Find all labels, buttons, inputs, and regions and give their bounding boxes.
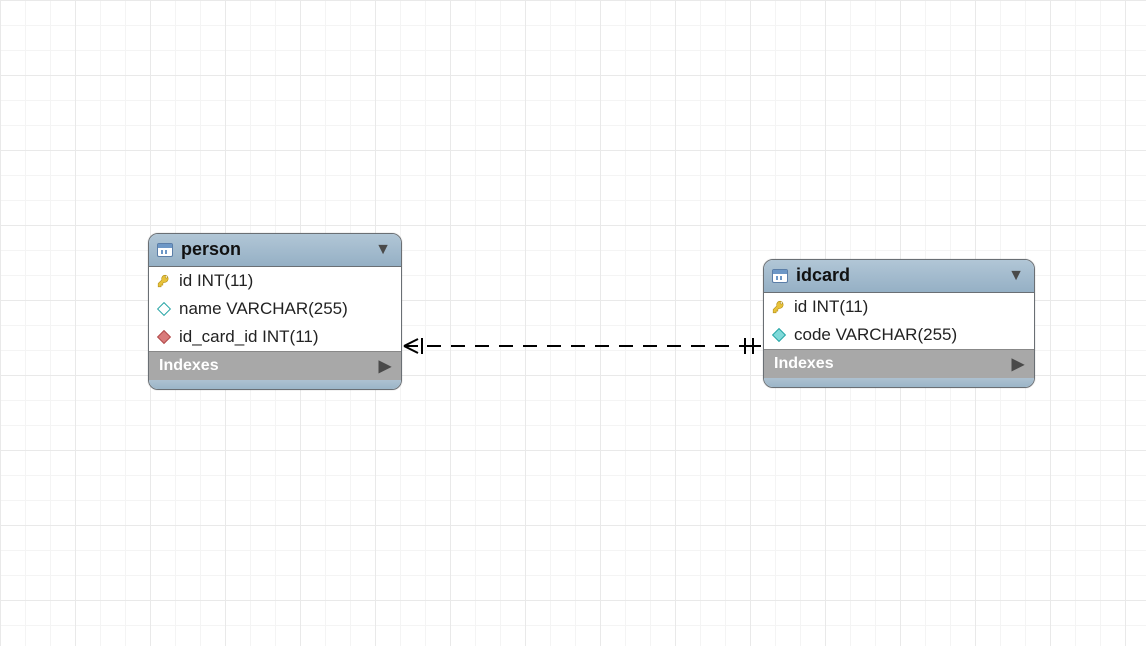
column-row[interactable]: id INT(11) [764,293,1034,321]
table-idcard-indexes[interactable]: Indexes ▶ [764,349,1034,378]
table-icon [772,269,788,283]
collapse-icon[interactable]: ▼ [1008,267,1024,285]
table-person-header[interactable]: person ▼ [149,234,401,267]
expand-icon[interactable]: ▶ [379,356,391,376]
table-idcard-columns: id INT(11) code VARCHAR(255) [764,293,1034,349]
table-idcard[interactable]: idcard ▼ id INT(11) code VARCHAR(255) In… [763,259,1035,388]
column-row[interactable]: name VARCHAR(255) [149,295,401,323]
table-person-title: person [181,239,375,260]
primary-key-icon [157,274,171,288]
table-footer-rim [149,380,401,389]
column-row[interactable]: id INT(11) [149,267,401,295]
column-row[interactable]: id_card_id INT(11) [149,323,401,351]
table-person[interactable]: person ▼ id INT(11) name VARCHAR(255) id… [148,233,402,390]
primary-key-icon [772,300,786,314]
expand-icon[interactable]: ▶ [1012,354,1024,374]
collapse-icon[interactable]: ▼ [375,241,391,259]
column-notnull-icon [772,328,786,342]
table-person-columns: id INT(11) name VARCHAR(255) id_card_id … [149,267,401,351]
column-label: id_card_id INT(11) [179,327,319,347]
foreign-key-icon [157,330,171,344]
column-label: code VARCHAR(255) [794,325,957,345]
column-label: id INT(11) [794,297,868,317]
table-icon [157,243,173,257]
table-footer-rim [764,378,1034,387]
column-label: id INT(11) [179,271,253,291]
column-row[interactable]: code VARCHAR(255) [764,321,1034,349]
indexes-label: Indexes [774,355,834,373]
indexes-label: Indexes [159,357,219,375]
column-label: name VARCHAR(255) [179,299,348,319]
table-idcard-header[interactable]: idcard ▼ [764,260,1034,293]
table-idcard-title: idcard [796,265,1008,286]
table-person-indexes[interactable]: Indexes ▶ [149,351,401,380]
column-nullable-icon [157,302,171,316]
diagram-canvas[interactable]: person ▼ id INT(11) name VARCHAR(255) id… [0,0,1146,646]
